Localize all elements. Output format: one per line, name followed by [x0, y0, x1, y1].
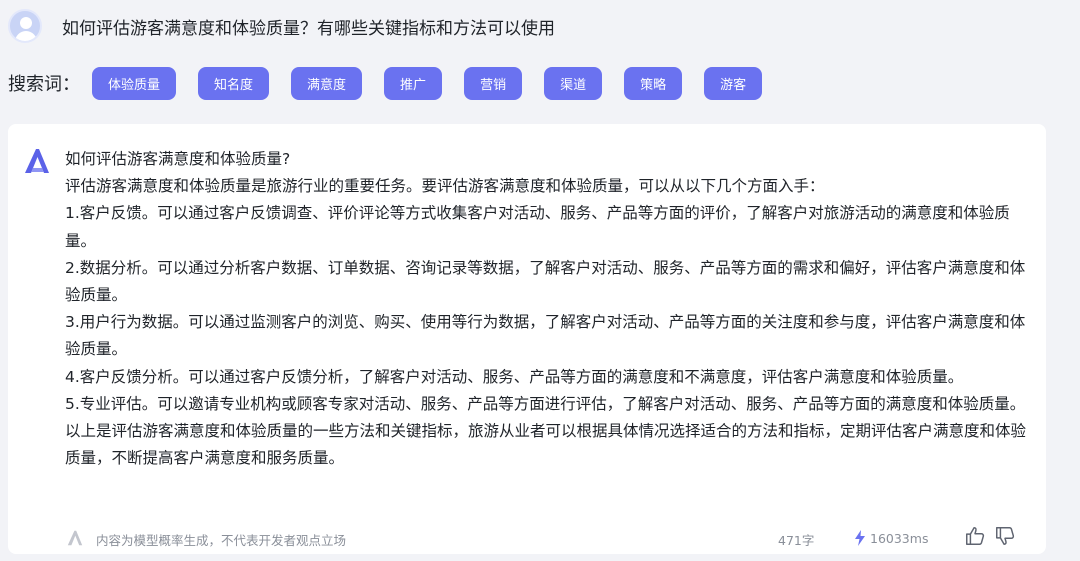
- answer-line: 1.客户反馈。可以通过客户反馈调查、评价评论等方式收集客户对活动、服务、产品等方…: [65, 204, 1010, 250]
- duration-value: 16033ms: [870, 530, 929, 546]
- answer-card: 如何评估游客满意度和体验质量? 评估游客满意度和体验质量是旅游行业的重要任务。要…: [8, 124, 1046, 554]
- answer-line: 评估游客满意度和体验质量是旅游行业的重要任务。要评估游客满意度和体验质量，可以从…: [65, 177, 825, 196]
- answer-line: 如何评估游客满意度和体验质量?: [65, 150, 291, 168]
- disclaimer-text: 内容为模型概率生成，不代表开发者观点立场: [96, 533, 347, 548]
- question-text: 如何评估游客满意度和体验质量？有哪些关键指标和方法可以使用: [62, 18, 555, 39]
- answer-footer: 内容为模型概率生成，不代表开发者观点立场 471字 16033ms: [8, 524, 1046, 552]
- response-duration: 16033ms: [854, 530, 928, 546]
- answer-body: 如何评估游客满意度和体验质量? 评估游客满意度和体验质量是旅游行业的重要任务。要…: [65, 146, 1027, 472]
- keyword-chip-experience-quality[interactable]: 体验质量: [92, 66, 177, 100]
- keyword-chip-channel[interactable]: 渠道: [544, 66, 603, 100]
- footer-logo-icon: [67, 530, 83, 546]
- keyword-chip-strategy[interactable]: 策略: [624, 66, 683, 100]
- char-count: 471字: [778, 533, 815, 548]
- lightning-bolt-icon: [855, 530, 865, 546]
- keyword-chip-promotion[interactable]: 推广: [384, 66, 443, 100]
- thumbs-down-icon[interactable]: [994, 525, 1016, 547]
- answer-line: 以上是评估游客满意度和体验质量的一些方法和关键指标，旅游从业者可以根据具体情况选…: [65, 422, 1027, 468]
- thumbs-up-icon[interactable]: [964, 525, 986, 547]
- user-avatar-icon: [8, 9, 42, 43]
- keyword-chip-awareness[interactable]: 知名度: [198, 66, 270, 100]
- answer-line: 3.用户行为数据。可以通过监测客户的浏览、购买、使用等行为数据，了解客户对活动、…: [65, 313, 1026, 359]
- keyword-chip-marketing[interactable]: 营销: [464, 66, 523, 100]
- answer-line: 4.客户反馈分析。可以通过客户反馈分析，了解客户对活动、服务、产品等方面的满意度…: [65, 367, 964, 386]
- keywords-label: 搜索词：: [8, 74, 80, 95]
- brand-a-logo-icon: [25, 149, 49, 173]
- answer-line: 5.专业评估。可以邀请专业机构或顾客专家对活动、服务、产品等方面进行评估，了解客…: [65, 394, 1026, 413]
- question-row: 如何评估游客满意度和体验质量？有哪些关键指标和方法可以使用: [8, 8, 555, 44]
- keyword-chip-tourist[interactable]: 游客: [704, 66, 763, 100]
- keywords-row: 搜索词： 体验质量 知名度 满意度 推广 营销 渠道 策略 游客: [8, 66, 784, 100]
- answer-line: 2.数据分析。可以通过分析客户数据、订单数据、咨询记录等数据，了解客户对活动、服…: [65, 258, 1026, 305]
- keyword-chip-satisfaction[interactable]: 满意度: [291, 66, 363, 100]
